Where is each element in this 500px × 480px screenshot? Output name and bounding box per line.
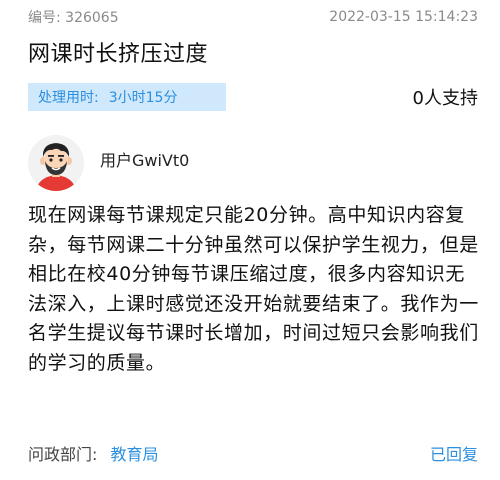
petition-timestamp: 2022-03-15 15:14:23 xyxy=(329,9,478,25)
department-value[interactable]: 教育局 xyxy=(111,445,159,464)
processing-time-badge: 处理用时: 3小时15分 xyxy=(28,83,226,111)
footer-row: 问政部门: 教育局 已回复 xyxy=(28,440,478,466)
meta-row: 编号: 326065 2022-03-15 15:14:23 xyxy=(28,6,478,28)
user-row: 用户GwiVt0 xyxy=(28,131,189,195)
department-label: 问政部门: xyxy=(28,445,98,464)
petition-id: 编号: 326065 xyxy=(28,7,119,27)
username[interactable]: 用户GwiVt0 xyxy=(100,147,189,171)
petition-id-label: 编号: xyxy=(28,10,61,26)
petition-title: 网课时长挤压过度 xyxy=(28,42,209,67)
support-count[interactable]: 0人支持 xyxy=(413,84,478,110)
department-info: 问政部门: 教育局 xyxy=(28,441,159,465)
petition-id-value: 326065 xyxy=(65,10,119,26)
cartoon-boy-avatar-icon xyxy=(28,135,84,191)
stats-row: 处理用时: 3小时15分 0人支持 xyxy=(28,82,478,112)
reply-status[interactable]: 已回复 xyxy=(430,441,478,465)
petition-content: 现在网课每节课规定只能20分钟。高中知识内容复杂，每节网课二十分钟虽然可以保护学… xyxy=(28,204,479,374)
processing-time-label: 处理用时: xyxy=(38,90,99,106)
petition-detail-page: 编号: 326065 2022-03-15 15:14:23 网课时长挤压过度 … xyxy=(0,0,500,480)
processing-time-value: 3小时15分 xyxy=(108,90,178,106)
